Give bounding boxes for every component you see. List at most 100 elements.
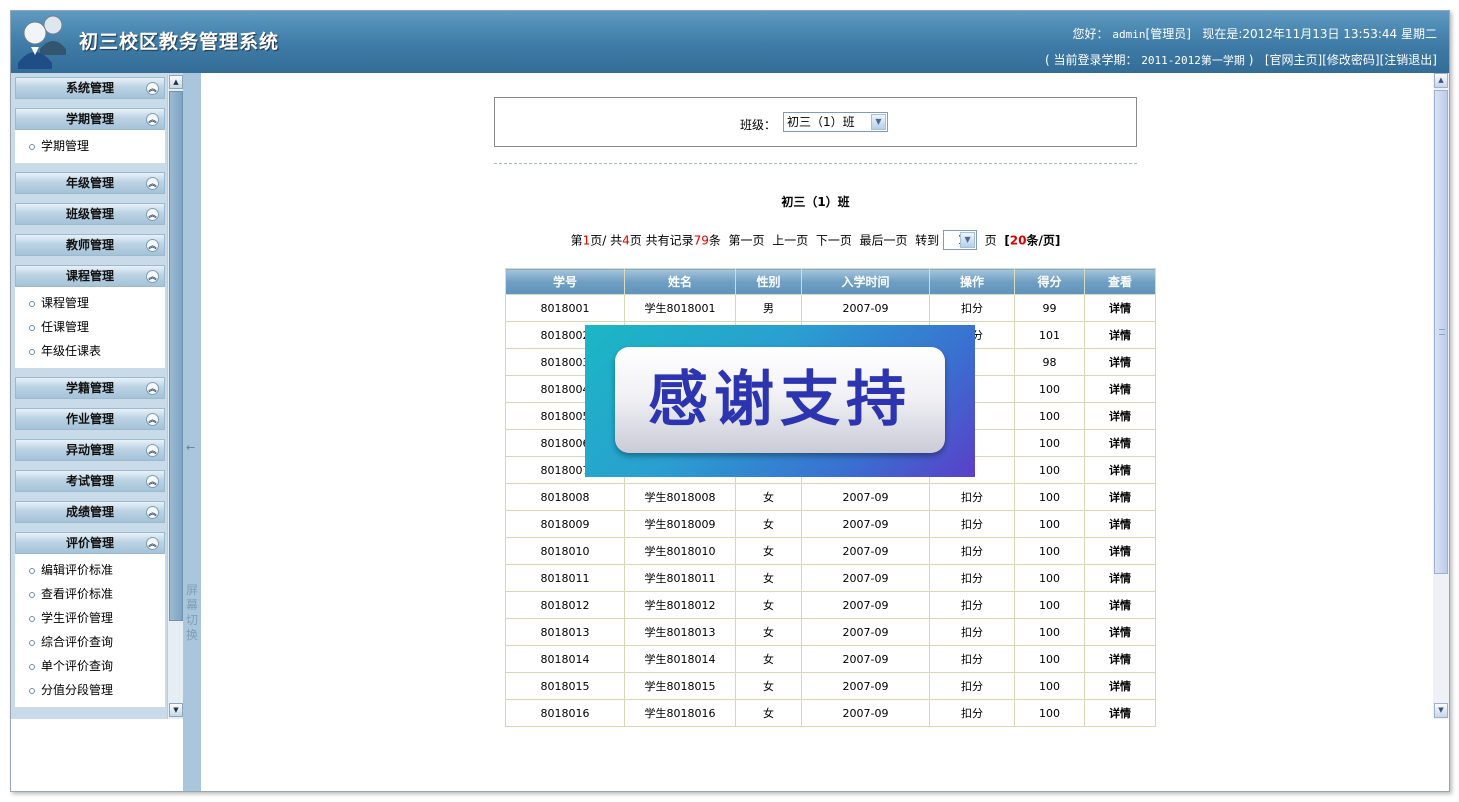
sidebar-scrollbar[interactable]: ▲ ▼ bbox=[167, 75, 183, 719]
double-chevron-up-icon[interactable]: ︽ bbox=[146, 82, 159, 95]
details-link[interactable]: 详情 bbox=[1084, 456, 1156, 484]
double-chevron-up-icon[interactable]: ︽ bbox=[146, 382, 159, 395]
last-page-link[interactable]: 最后一页 bbox=[860, 234, 908, 248]
details-link[interactable]: 详情 bbox=[1084, 537, 1156, 565]
user-role: [管理员] bbox=[1145, 27, 1191, 41]
details-link[interactable]: 详情 bbox=[1084, 510, 1156, 538]
double-chevron-up-icon[interactable]: ︽ bbox=[146, 475, 159, 488]
logout-link[interactable]: [注销退出] bbox=[1380, 53, 1437, 67]
sidebar-item[interactable]: 编辑评价标准 bbox=[15, 559, 165, 583]
double-chevron-up-icon[interactable]: ︽ bbox=[146, 113, 159, 126]
first-page-link[interactable]: 第一页 bbox=[729, 234, 765, 248]
sidebar-group-label: 作业管理 bbox=[65, 412, 114, 426]
datetime-label: 现在是: bbox=[1202, 27, 1243, 41]
sidebar-group-label: 异动管理 bbox=[65, 443, 114, 457]
chevron-down-icon[interactable]: ▼ bbox=[960, 232, 976, 248]
sidebar-group-header[interactable]: 评价管理 ︽ bbox=[15, 532, 165, 554]
deduct-link[interactable]: 扣分 bbox=[929, 672, 1015, 700]
sidebar-item[interactable]: 单个评价查询 bbox=[15, 655, 165, 679]
total-pages: 4 bbox=[622, 233, 630, 248]
deduct-link[interactable]: 扣分 bbox=[929, 510, 1015, 538]
deduct-link[interactable]: 扣分 bbox=[929, 294, 1015, 322]
main-scrollbar[interactable]: ▲ ▼ bbox=[1433, 73, 1449, 719]
deduct-link[interactable]: 扣分 bbox=[929, 564, 1015, 592]
pager-text: 页 共有记录 bbox=[629, 233, 694, 248]
sidebar-item[interactable]: 课程管理 bbox=[15, 292, 165, 316]
sidebar-item[interactable]: 任课管理 bbox=[15, 316, 165, 340]
details-link[interactable]: 详情 bbox=[1084, 348, 1156, 376]
double-chevron-up-icon[interactable]: ︽ bbox=[146, 537, 159, 550]
details-link[interactable]: 详情 bbox=[1084, 483, 1156, 511]
change-password-link[interactable]: [修改密码] bbox=[1322, 53, 1379, 67]
thanks-banner-text: 感谢支持 bbox=[648, 365, 912, 435]
details-link[interactable]: 详情 bbox=[1084, 402, 1156, 430]
chevron-down-icon[interactable]: ▼ bbox=[871, 114, 886, 130]
sidebar-group-header[interactable]: 作业管理 ︽ bbox=[15, 408, 165, 430]
screen-switch-splitter[interactable]: ← 屏幕切换 bbox=[183, 73, 201, 791]
deduct-link[interactable]: 扣分 bbox=[929, 645, 1015, 673]
sidebar-group-header[interactable]: 学期管理 ︽ bbox=[15, 108, 165, 130]
table-row: 8018016 学生8018016 女 2007-09 扣分 100 详情 bbox=[505, 699, 1156, 727]
sidebar-group-items: 学期管理 bbox=[15, 130, 165, 163]
sidebar-item[interactable]: 年级任课表 bbox=[15, 340, 165, 364]
table-row: 8018009 学生8018009 女 2007-09 扣分 100 详情 bbox=[505, 510, 1156, 538]
arrow-up-icon[interactable]: ▲ bbox=[169, 75, 183, 89]
double-chevron-up-icon[interactable]: ︽ bbox=[146, 239, 159, 252]
arrow-down-icon[interactable]: ▼ bbox=[1434, 703, 1448, 718]
class-filter-box: 班级： 初三（1）班 ▼ bbox=[494, 97, 1137, 147]
sidebar-group-header[interactable]: 班级管理 ︽ bbox=[15, 203, 165, 225]
details-link[interactable]: 详情 bbox=[1084, 429, 1156, 457]
table-cell: 学生8018014 bbox=[624, 645, 736, 673]
term-value: 2011-2012第一学期 bbox=[1141, 54, 1245, 67]
table-cell: 8018010 bbox=[505, 537, 625, 565]
arrow-up-icon[interactable]: ▲ bbox=[1434, 73, 1448, 88]
sidebar-group-header[interactable]: 教师管理 ︽ bbox=[15, 234, 165, 256]
prev-page-link[interactable]: 上一页 bbox=[772, 234, 808, 248]
sidebar-footer-space bbox=[11, 719, 183, 791]
double-chevron-up-icon[interactable]: ︽ bbox=[146, 270, 159, 283]
double-chevron-up-icon[interactable]: ︽ bbox=[146, 177, 159, 190]
deduct-link[interactable]: 扣分 bbox=[929, 618, 1015, 646]
deduct-link[interactable]: 扣分 bbox=[929, 483, 1015, 511]
double-chevron-up-icon[interactable]: ︽ bbox=[146, 413, 159, 426]
details-link[interactable]: 详情 bbox=[1084, 564, 1156, 592]
sidebar-item[interactable]: 学生评价管理 bbox=[15, 607, 165, 631]
table-cell: 女 bbox=[735, 564, 802, 592]
sidebar-group-header[interactable]: 异动管理 ︽ bbox=[15, 439, 165, 461]
details-link[interactable]: 详情 bbox=[1084, 294, 1156, 322]
sidebar-item[interactable]: 综合评价查询 bbox=[15, 631, 165, 655]
sidebar-item[interactable]: 分值分段管理 bbox=[15, 679, 165, 703]
sidebar-group-header[interactable]: 课程管理 ︽ bbox=[15, 265, 165, 287]
sidebar-group-header[interactable]: 考试管理 ︽ bbox=[15, 470, 165, 492]
details-link[interactable]: 详情 bbox=[1084, 672, 1156, 700]
sidebar-group-items: 编辑评价标准 查看评价标准 学生评价管理 综合评价查询 单个评价查询 分值分段管理 bbox=[15, 554, 165, 707]
arrow-down-icon[interactable]: ▼ bbox=[169, 703, 183, 717]
main-scroll-thumb[interactable] bbox=[1434, 90, 1448, 574]
sidebar-group-header[interactable]: 年级管理 ︽ bbox=[15, 172, 165, 194]
screen-switch-label[interactable]: 屏幕切换 bbox=[185, 583, 199, 643]
details-link[interactable]: 详情 bbox=[1084, 645, 1156, 673]
pager-text: 条 bbox=[708, 233, 721, 248]
double-chevron-up-icon[interactable]: ︽ bbox=[146, 208, 159, 221]
sidebar-group-header[interactable]: 成绩管理 ︽ bbox=[15, 501, 165, 523]
double-chevron-up-icon[interactable]: ︽ bbox=[146, 506, 159, 519]
sidebar-group-header[interactable]: 学籍管理 ︽ bbox=[15, 377, 165, 399]
deduct-link[interactable]: 扣分 bbox=[929, 537, 1015, 565]
details-link[interactable]: 详情 bbox=[1084, 618, 1156, 646]
homepage-link[interactable]: [官网主页] bbox=[1265, 53, 1322, 67]
deduct-link[interactable]: 扣分 bbox=[929, 591, 1015, 619]
goto-page-select[interactable]: 1▼ bbox=[943, 230, 978, 250]
deduct-link[interactable]: 扣分 bbox=[929, 699, 1015, 727]
details-link[interactable]: 详情 bbox=[1084, 591, 1156, 619]
sidebar-scroll-thumb[interactable] bbox=[169, 91, 183, 621]
sidebar-group-header[interactable]: 系统管理 ︽ bbox=[15, 77, 165, 99]
sidebar-item[interactable]: 学期管理 bbox=[15, 135, 165, 159]
class-select[interactable]: 初三（1）班 ▼ bbox=[783, 112, 888, 132]
details-link[interactable]: 详情 bbox=[1084, 375, 1156, 403]
details-link[interactable]: 详情 bbox=[1084, 321, 1156, 349]
sidebar-item[interactable]: 查看评价标准 bbox=[15, 583, 165, 607]
next-page-link[interactable]: 下一页 bbox=[816, 234, 852, 248]
details-link[interactable]: 详情 bbox=[1084, 699, 1156, 727]
arrow-left-icon[interactable]: ← bbox=[186, 441, 195, 454]
double-chevron-up-icon[interactable]: ︽ bbox=[146, 444, 159, 457]
